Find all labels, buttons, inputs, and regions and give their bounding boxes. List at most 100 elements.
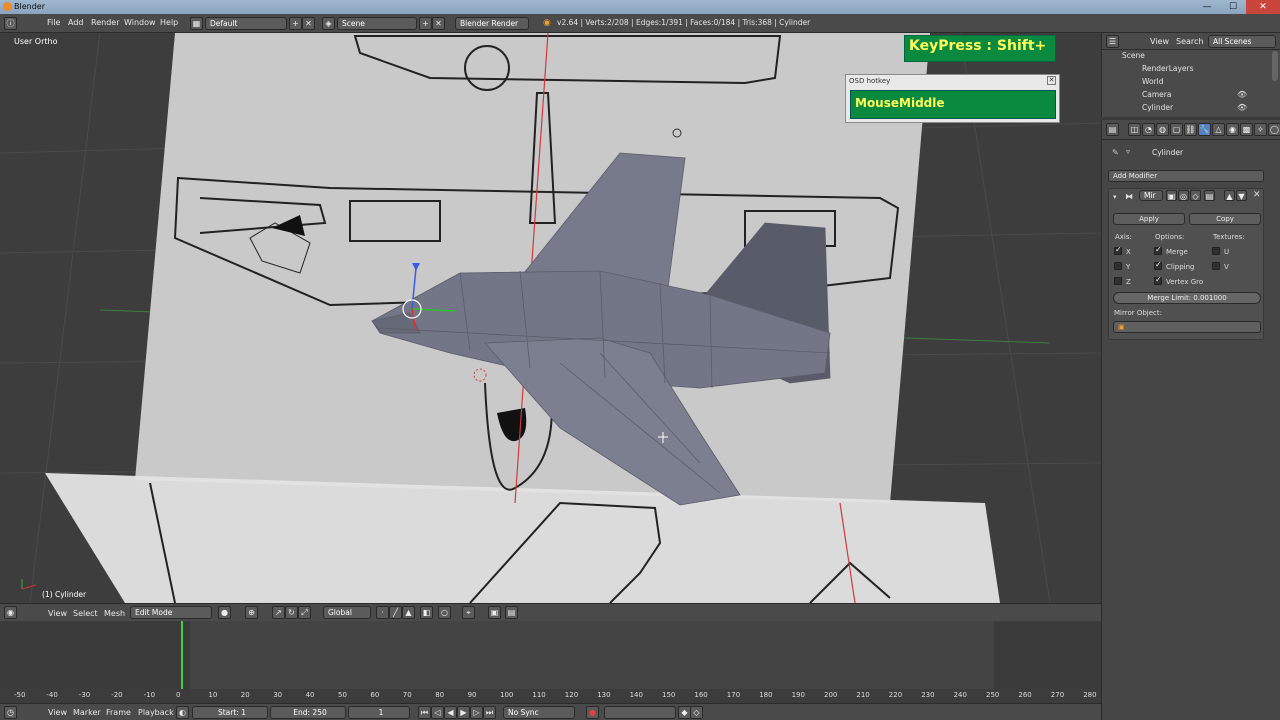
- texture-tab-icon[interactable]: ▩: [1240, 123, 1253, 136]
- merge-limit-field[interactable]: Merge Limit: 0.001000: [1113, 292, 1261, 304]
- menu-help[interactable]: Help: [160, 18, 178, 27]
- remove-modifier-icon[interactable]: ✕: [1253, 190, 1261, 200]
- delete-keyframe-icon[interactable]: ◇: [690, 706, 703, 719]
- minimize-button[interactable]: —: [1194, 0, 1220, 14]
- menu-add[interactable]: Add: [68, 18, 84, 27]
- render-engine-selector[interactable]: Blender Render: [455, 17, 529, 30]
- play-reverse-icon[interactable]: ◀: [444, 706, 457, 719]
- outliner-item-camera[interactable]: Camera: [1142, 90, 1171, 99]
- render-toggle-icon[interactable]: ◎: [1178, 190, 1189, 201]
- keying-set-field[interactable]: [604, 706, 676, 719]
- layout-selector[interactable]: Default: [205, 17, 287, 30]
- timeline-editor-icon[interactable]: ◷: [4, 706, 17, 719]
- menu-view[interactable]: View: [48, 609, 67, 618]
- modifiers-tab-icon[interactable]: 🔧: [1198, 123, 1211, 136]
- sync-selector[interactable]: No Sync: [503, 706, 575, 719]
- scene-tab-icon[interactable]: ◔: [1142, 123, 1155, 136]
- clipping-checkbox[interactable]: [1154, 260, 1162, 270]
- current-frame-line[interactable]: [181, 621, 183, 689]
- manipulator-scale-icon[interactable]: ⤢: [298, 606, 311, 619]
- menu-timeline-view[interactable]: View: [48, 708, 67, 717]
- end-frame-field[interactable]: End: 250: [270, 706, 346, 719]
- axis-z-checkbox[interactable]: [1114, 277, 1122, 285]
- outliner-filter-selector[interactable]: All Scenes: [1208, 35, 1276, 48]
- occlude-icon[interactable]: ◧: [420, 606, 433, 619]
- expand-arrow-icon[interactable]: ▾: [1113, 193, 1117, 201]
- editor-type-icon-3d[interactable]: ◉: [4, 606, 17, 619]
- editmode-toggle-icon[interactable]: ▣: [1166, 190, 1177, 201]
- pivot-icon[interactable]: ⊕: [245, 606, 258, 619]
- outliner-item-cylinder[interactable]: Cylinder: [1142, 103, 1173, 112]
- menu-select[interactable]: Select: [73, 609, 98, 618]
- move-down-icon[interactable]: ▼: [1236, 190, 1247, 201]
- add-modifier-button[interactable]: Add Modifier: [1108, 170, 1264, 182]
- layout-icon[interactable]: ▦: [190, 17, 203, 30]
- cage-toggle-icon[interactable]: ◇: [1190, 190, 1201, 201]
- texture-u-checkbox[interactable]: [1212, 247, 1220, 255]
- outliner-scrollbar[interactable]: [1272, 51, 1278, 81]
- modifier-name-field[interactable]: Mir: [1139, 190, 1163, 201]
- use-preview-range-icon[interactable]: ◐: [176, 706, 189, 719]
- mirror-object-field[interactable]: ▣: [1113, 321, 1261, 333]
- remove-scene-button[interactable]: ✕: [432, 17, 445, 30]
- outliner-editor-icon[interactable]: ☰: [1106, 35, 1119, 48]
- next-keyframe-icon[interactable]: ▷: [470, 706, 483, 719]
- play-icon[interactable]: ▶: [457, 706, 470, 719]
- maximize-button[interactable]: ☐: [1220, 0, 1246, 14]
- move-up-icon[interactable]: ▲: [1224, 190, 1235, 201]
- texture-v-checkbox[interactable]: [1212, 262, 1220, 270]
- jump-start-icon[interactable]: ⏮: [418, 706, 431, 719]
- pin-icon[interactable]: ✎: [1112, 148, 1119, 157]
- vertex-groups-checkbox[interactable]: [1154, 275, 1162, 285]
- material-tab-icon[interactable]: ◉: [1226, 123, 1239, 136]
- menu-marker[interactable]: Marker: [73, 708, 101, 717]
- proportional-icon[interactable]: ○: [438, 606, 451, 619]
- outliner-search-menu[interactable]: Search: [1176, 37, 1203, 46]
- remove-layout-button[interactable]: ✕: [302, 17, 315, 30]
- outliner-view-menu[interactable]: View: [1150, 37, 1169, 46]
- start-frame-field[interactable]: Start: 1: [192, 706, 268, 719]
- outliner-item-world[interactable]: World: [1142, 77, 1164, 86]
- visibility-eye-icon[interactable]: 👁: [1237, 103, 1247, 112]
- object-tab-icon[interactable]: ▢: [1170, 123, 1183, 136]
- scene-icon[interactable]: ◈: [322, 17, 335, 30]
- manipulator-rotate-icon[interactable]: ↻: [285, 606, 298, 619]
- current-frame-field[interactable]: 1: [348, 706, 410, 719]
- render-anim-icon[interactable]: ▤: [505, 606, 518, 619]
- menu-window[interactable]: Window: [124, 18, 156, 27]
- add-scene-button[interactable]: +: [419, 17, 432, 30]
- data-tab-icon[interactable]: △: [1212, 123, 1225, 136]
- snap-icon[interactable]: ⌖: [462, 606, 475, 619]
- world-tab-icon[interactable]: ◍: [1156, 123, 1169, 136]
- vertex-select-icon[interactable]: ·: [376, 606, 389, 619]
- record-icon[interactable]: ●: [586, 706, 599, 719]
- render-tab-icon[interactable]: ◫: [1128, 123, 1141, 136]
- osd-close-icon[interactable]: ✕: [1047, 76, 1056, 85]
- prev-keyframe-icon[interactable]: ◁: [431, 706, 444, 719]
- axis-x-checkbox[interactable]: [1114, 245, 1122, 255]
- copy-button[interactable]: Copy: [1189, 213, 1261, 225]
- mode-selector[interactable]: Edit Mode: [130, 606, 212, 619]
- outliner-item-renderlayers[interactable]: RenderLayers: [1142, 64, 1194, 73]
- outliner-item-scene[interactable]: Scene: [1122, 51, 1145, 60]
- manipulator-translate-icon[interactable]: ↗: [272, 606, 285, 619]
- menu-playback[interactable]: Playback: [138, 708, 174, 717]
- render-icon[interactable]: ▣: [488, 606, 501, 619]
- menu-file[interactable]: File: [47, 18, 60, 27]
- shading-icon[interactable]: ●: [218, 606, 231, 619]
- menu-render[interactable]: Render: [91, 18, 119, 27]
- scene-selector[interactable]: Scene: [337, 17, 417, 30]
- properties-editor-icon[interactable]: ▤: [1106, 123, 1119, 136]
- editor-type-icon[interactable]: ⓘ: [4, 17, 17, 30]
- merge-checkbox[interactable]: [1154, 245, 1162, 255]
- apply-button[interactable]: Apply: [1113, 213, 1185, 225]
- constraints-tab-icon[interactable]: ⛓: [1184, 123, 1197, 136]
- orientation-selector[interactable]: Global: [323, 606, 371, 619]
- particles-tab-icon[interactable]: ✧: [1254, 123, 1267, 136]
- face-select-icon[interactable]: ▲: [402, 606, 415, 619]
- physics-tab-icon[interactable]: ◯: [1268, 123, 1280, 136]
- edge-select-icon[interactable]: ╱: [389, 606, 402, 619]
- jump-end-icon[interactable]: ⏭: [483, 706, 496, 719]
- menu-frame[interactable]: Frame: [106, 708, 131, 717]
- visibility-eye-icon[interactable]: 👁: [1237, 90, 1247, 99]
